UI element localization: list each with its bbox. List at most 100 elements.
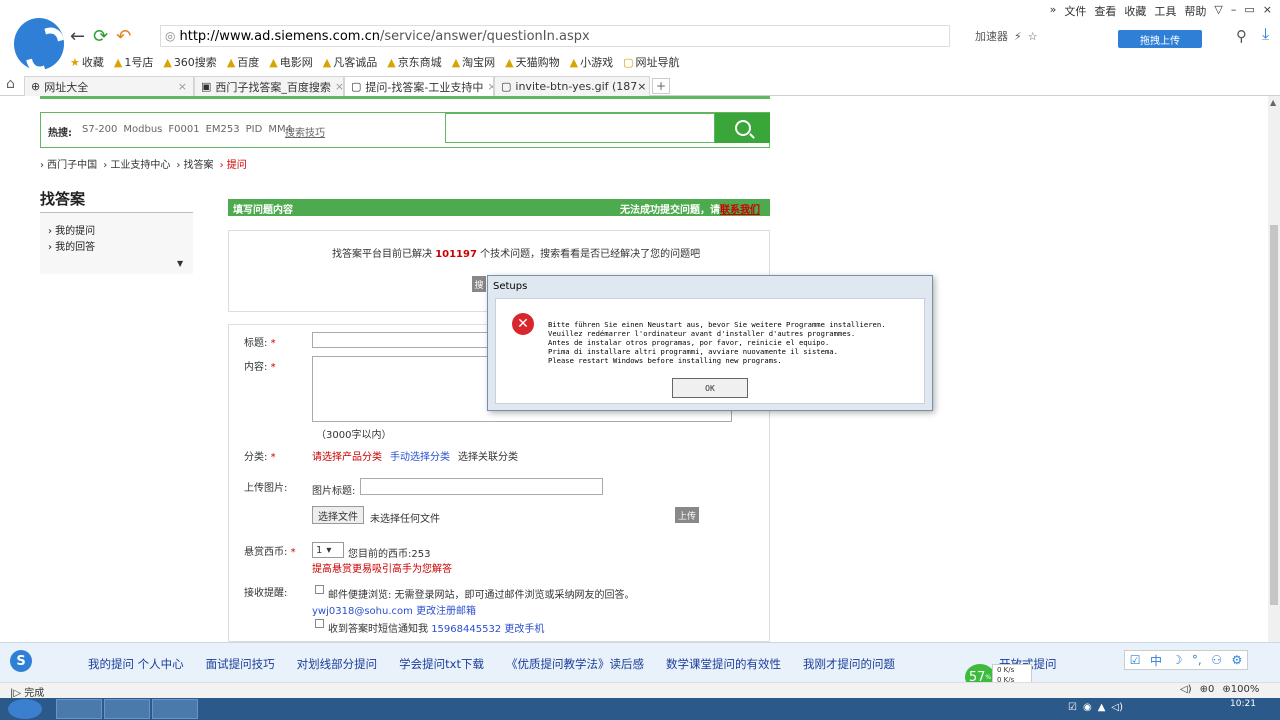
bottom-link[interactable]: 《优质提问教学法》读后感 bbox=[506, 656, 644, 672]
scroll-up-icon[interactable]: ▲ bbox=[1270, 98, 1276, 107]
scrollbar-thumb[interactable] bbox=[1270, 225, 1278, 605]
tab-question[interactable]: ▢ 提问-找答案-工业支持中 × bbox=[344, 76, 494, 96]
star-icon[interactable]: ☆ bbox=[1028, 30, 1038, 43]
bookmark-item[interactable]: ▢ 网址导航 bbox=[623, 54, 679, 70]
undo-icon[interactable]: ↶ bbox=[116, 26, 131, 47]
skin-icon[interactable]: ▽ bbox=[1214, 3, 1222, 19]
bottom-link[interactable]: 面试提问技巧 bbox=[206, 656, 275, 672]
start-button[interactable] bbox=[8, 699, 42, 719]
bookmark-item[interactable]: ▲ 淘宝网 bbox=[452, 54, 495, 70]
hot-link[interactable]: F0001 bbox=[168, 124, 199, 135]
related-category-link[interactable]: 选择关联分类 bbox=[458, 448, 518, 463]
menu-item-file[interactable]: 文件 bbox=[1064, 3, 1086, 19]
hot-link[interactable]: Modbus bbox=[123, 124, 162, 135]
new-tab-button[interactable]: + bbox=[652, 78, 670, 94]
bookmark-item[interactable]: ▲ 百度 bbox=[227, 54, 259, 70]
tab-invite-gif[interactable]: ▢ invite-btn-yes.gif (187× × bbox=[494, 76, 650, 96]
bookmark-item[interactable]: ▲ 电影网 bbox=[269, 54, 312, 70]
menu-item-help[interactable]: 帮助 bbox=[1184, 3, 1206, 19]
search-tips-link[interactable]: 搜索技巧 bbox=[285, 124, 325, 139]
download-icon[interactable]: ⤓ bbox=[1262, 24, 1269, 44]
chevron-down-icon[interactable]: ▼ bbox=[177, 259, 183, 268]
breadcrumb-item[interactable]: › 西门子中国 bbox=[40, 156, 97, 171]
image-title-input[interactable] bbox=[360, 478, 603, 495]
clock[interactable]: 10:21 bbox=[1230, 700, 1256, 709]
bookmark-favorites[interactable]: ★ 收藏 bbox=[70, 54, 104, 70]
bottom-link[interactable]: 我的提问 个人中心 bbox=[88, 656, 184, 672]
bookmark-item[interactable]: ▲ 1号店 bbox=[114, 54, 153, 70]
volume-icon[interactable]: ◁) bbox=[1111, 702, 1123, 713]
title-input[interactable] bbox=[312, 332, 492, 348]
maximize-button[interactable]: ▭ bbox=[1244, 3, 1254, 19]
ok-button[interactable]: OK bbox=[672, 378, 748, 398]
search-button[interactable]: 搜 bbox=[472, 276, 486, 292]
sogou-browser-logo[interactable] bbox=[14, 18, 64, 70]
address-bar[interactable]: ◎ http://www.ad.siemens.com.cn /service/… bbox=[160, 25, 950, 47]
back-arrow-icon[interactable]: ← bbox=[70, 26, 85, 47]
tray-icon[interactable]: ◉ bbox=[1083, 702, 1092, 713]
bookmark-item[interactable]: ▲ 360搜索 bbox=[163, 54, 216, 70]
drag-upload-button[interactable]: 拖拽上传 bbox=[1118, 30, 1202, 48]
search-input[interactable] bbox=[445, 113, 715, 143]
zoom-level[interactable]: ⊕100% bbox=[1222, 684, 1259, 695]
tray-icon[interactable]: ☑ bbox=[1068, 702, 1077, 713]
checkbox-icon[interactable]: ☑ bbox=[1130, 653, 1141, 667]
search-button[interactable] bbox=[715, 113, 770, 143]
sidebar-item-my-answers[interactable]: › 我的回答 bbox=[48, 238, 95, 253]
close-icon[interactable]: × bbox=[487, 80, 493, 93]
menu-item[interactable]: » bbox=[1050, 3, 1057, 19]
close-icon[interactable]: × bbox=[178, 80, 187, 93]
menu-item-favorites[interactable]: 收藏 bbox=[1124, 3, 1146, 19]
close-window-button[interactable]: × bbox=[1263, 3, 1272, 19]
contact-us-link[interactable]: 联系我们 bbox=[720, 205, 760, 216]
volume-icon[interactable]: ◁) bbox=[1180, 684, 1192, 695]
home-icon[interactable]: ⌂ bbox=[6, 76, 15, 92]
close-icon[interactable]: × bbox=[335, 80, 343, 93]
accelerator-label[interactable]: 加速器 bbox=[975, 28, 1008, 44]
minimize-button[interactable]: – bbox=[1231, 3, 1237, 19]
breadcrumb-item[interactable]: › 工业支持中心 bbox=[103, 156, 170, 171]
page-icon: ▢ bbox=[501, 80, 512, 93]
lightning-icon[interactable]: ⚡ bbox=[1014, 30, 1022, 43]
refresh-icon[interactable]: ⟳ bbox=[93, 26, 108, 47]
user-icon[interactable]: ⚇ bbox=[1211, 653, 1222, 667]
bookmark-item[interactable]: ▲ 京东商城 bbox=[387, 54, 441, 70]
system-tray: ☑ ◉ ▲ ◁) bbox=[1068, 702, 1123, 713]
taskbar-explorer[interactable] bbox=[56, 699, 102, 719]
hot-link[interactable]: S7-200 bbox=[82, 124, 117, 135]
upload-button[interactable]: 上传 bbox=[675, 507, 699, 523]
change-email-link[interactable]: 更改注册邮箱 bbox=[416, 606, 476, 617]
breadcrumb-item[interactable]: › 找答案 bbox=[176, 156, 213, 171]
bottom-link[interactable]: 数学课堂提问的有效性 bbox=[666, 656, 781, 672]
gear-icon[interactable]: ⚙ bbox=[1231, 653, 1242, 667]
chinese-mode-icon[interactable]: 中 bbox=[1150, 652, 1162, 669]
punctuation-icon[interactable]: °, bbox=[1192, 653, 1202, 667]
hot-link[interactable]: PID bbox=[246, 124, 263, 135]
sidebar-item-my-questions[interactable]: › 我的提问 bbox=[48, 222, 95, 237]
bookmark-item[interactable]: ▲ 凡客诚品 bbox=[323, 54, 377, 70]
taskbar-ie[interactable] bbox=[104, 699, 150, 719]
reward-select[interactable]: 1 ▾ bbox=[312, 542, 344, 558]
bottom-link[interactable]: 学会提问txt下载 bbox=[399, 656, 484, 672]
moon-icon[interactable]: ☽ bbox=[1172, 653, 1183, 667]
network-icon[interactable]: ▲ bbox=[1098, 702, 1106, 713]
taskbar-paint[interactable] bbox=[152, 699, 198, 719]
select-product-category-link[interactable]: 请选择产品分类 bbox=[312, 448, 382, 463]
menu-item-tools[interactable]: 工具 bbox=[1154, 3, 1176, 19]
manual-category-link[interactable]: 手动选择分类 bbox=[390, 448, 450, 463]
menu-item-view[interactable]: 查看 bbox=[1094, 3, 1116, 19]
bottom-link[interactable]: 对划线部分提问 bbox=[297, 656, 378, 672]
hot-link[interactable]: EM253 bbox=[206, 124, 240, 135]
sogou-icon[interactable]: S bbox=[10, 650, 32, 672]
search-icon[interactable]: ⚲ bbox=[1236, 27, 1247, 45]
reward-tip-link[interactable]: 提高悬赏更易吸引高手为您解答 bbox=[312, 560, 452, 575]
change-phone-link[interactable]: 更改手机 bbox=[504, 624, 544, 635]
choose-file-button[interactable]: 选择文件 bbox=[312, 506, 364, 524]
email-notify-checkbox[interactable] bbox=[315, 585, 324, 594]
sms-notify-checkbox[interactable] bbox=[315, 619, 324, 628]
bookmark-item[interactable]: ▲ 天猫购物 bbox=[505, 54, 559, 70]
tab-baidu-search[interactable]: ▣ 西门子找答案_百度搜索 × bbox=[194, 76, 344, 96]
tab-site-directory[interactable]: ⊕ 网址大全 × bbox=[24, 76, 194, 96]
bookmark-item[interactable]: ▲ 小游戏 bbox=[570, 54, 613, 70]
bottom-link[interactable]: 我刚才提问的问题 bbox=[803, 656, 895, 672]
